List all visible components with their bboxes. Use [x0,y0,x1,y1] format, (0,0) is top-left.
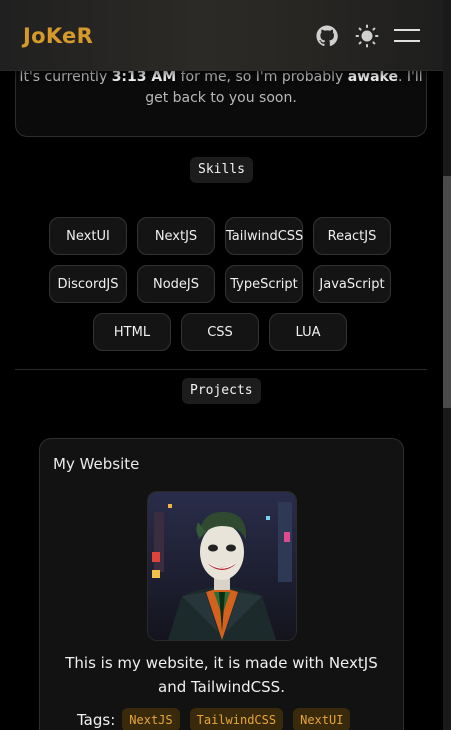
tag-chip: TailwindCSS [189,708,284,730]
theme-toggle-icon[interactable] [355,24,379,48]
skill-chip: ReactJS [313,217,391,255]
tag-chip: NextJS [122,708,180,730]
skill-chip: TypeScript [225,265,303,303]
about-status: awake [347,69,398,85]
brand-logo[interactable]: JoKeR [23,24,93,48]
page: It's currently 3:13 AM for me, so I'm pr… [0,0,451,730]
project-tags: Tags: NextJS TailwindCSS NextUI [77,707,360,730]
skill-chip: TailwindCSS [225,217,303,255]
tags-label: Tags: [77,711,116,729]
menu-icon[interactable] [394,24,420,48]
navbar: JoKeR [0,0,443,71]
skill-chip: NextJS [137,217,215,255]
about-text-part-3: for me, so I'm probably [176,69,348,85]
project-title: My Website [53,455,140,473]
about-time: 3:13 AM [111,69,177,85]
project-card[interactable]: My Website This is my website, it is mad… [39,438,404,730]
skill-chip: JavaScript [313,265,391,303]
about-text: It's currently 3:13 AM for me, so I'm pr… [16,67,426,109]
section-divider [15,369,427,370]
skill-chip: CSS [181,313,259,351]
scrollbar-thumb[interactable] [443,176,451,408]
tag-chip: NextUI [293,708,351,730]
skill-chip: NextUI [49,217,127,255]
github-icon[interactable] [315,24,339,48]
project-image[interactable] [147,491,297,641]
skill-chip: DiscordJS [49,265,127,303]
skill-chip: NodeJS [137,265,215,303]
project-description: This is my website, it is made with Next… [65,654,378,696]
skill-chip: HTML [93,313,171,351]
skills-heading: Skills [190,157,253,183]
about-text-part-1: It's currently [19,69,112,85]
projects-heading: Projects [182,378,261,404]
skill-chip: LUA [269,313,347,351]
